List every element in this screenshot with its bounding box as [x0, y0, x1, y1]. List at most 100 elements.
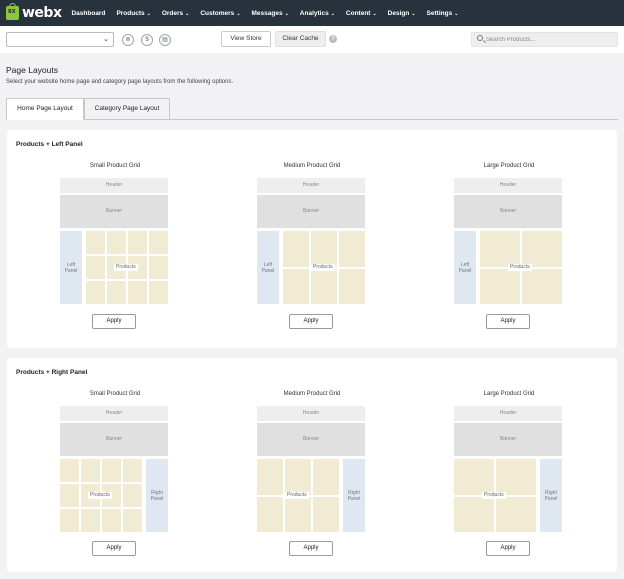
clear-cache-button[interactable]: Clear Cache [275, 31, 326, 47]
store-select[interactable]: ⌄ [6, 32, 114, 47]
apply-button[interactable]: Apply [486, 314, 530, 329]
logo-text: webx [22, 5, 62, 21]
product-cell [313, 496, 339, 532]
apply-button[interactable]: Apply [289, 541, 333, 556]
chevron-down-icon: ⌄ [372, 10, 377, 17]
diagram-header: Header [257, 406, 365, 421]
diagram-header: Header [454, 406, 562, 421]
product-cell [60, 484, 79, 507]
product-cell [285, 496, 311, 532]
chevron-down-icon: ⌄ [411, 10, 416, 17]
diagram-banner: Banner [60, 195, 168, 228]
product-cell [86, 256, 105, 279]
diagram-banner: Banner [454, 195, 562, 228]
dollar-icon[interactable]: $ [141, 34, 153, 46]
chevron-down-icon: ⌄ [146, 10, 151, 17]
nav-item-customers[interactable]: Customers ⌄ [200, 10, 240, 17]
product-cell [496, 496, 536, 532]
section-title: Products + Left Panel [16, 141, 83, 148]
search-box [471, 32, 618, 47]
product-cell [123, 509, 142, 532]
layout-diagram: Header Banner Right Panel Products [60, 406, 168, 536]
main-menu: Dashboard Products ⌄ Orders ⌄ Customers ⌄ Messa… [71, 10, 469, 17]
shopping-bag-icon: BX [6, 3, 19, 20]
nav-item-label: Products [116, 9, 145, 17]
nav-item-label: Content [345, 9, 371, 17]
view-store-button[interactable]: View Store [221, 31, 271, 47]
apply-button[interactable]: Apply [92, 541, 136, 556]
nav-item-content[interactable]: Content ⌄ [346, 10, 377, 17]
product-cell [123, 459, 142, 482]
product-cell [454, 496, 494, 532]
product-cell [86, 231, 105, 254]
diagram-panel: Right Panel [343, 459, 365, 532]
product-cell [60, 509, 79, 532]
product-cell [107, 231, 126, 254]
section-right-panel: Products + Right Panel Small Product Gri… [7, 358, 617, 572]
layout-diagram: Header Banner Right Panel Products [454, 406, 562, 536]
apply-button[interactable]: Apply [92, 314, 136, 329]
product-cell [128, 231, 147, 254]
layout-diagram: Header Banner Right Panel Products [257, 406, 365, 536]
toolbar: ⌄ ⊚ $ ▤ View Store Clear Cache ? [0, 26, 624, 53]
layout-title: Small Product Grid [89, 163, 141, 169]
search-input[interactable] [486, 34, 614, 45]
diagram-panel: Right Panel [146, 459, 168, 532]
diagram-header: Header [454, 178, 562, 193]
layout-title: Medium Product Grid [283, 391, 341, 397]
product-cell [149, 281, 168, 304]
nav-item-dashboard[interactable]: Dashboard [71, 10, 105, 17]
product-cell [311, 268, 337, 304]
product-cell [81, 459, 100, 482]
diagram-banner: Banner [257, 195, 365, 228]
product-cell [311, 231, 337, 267]
product-cell [107, 281, 126, 304]
product-cell [60, 459, 79, 482]
section-left-panel: Products + Left Panel Small Product Grid… [7, 130, 617, 348]
apply-button[interactable]: Apply [289, 314, 333, 329]
chevron-down-icon: ⌄ [236, 10, 241, 17]
storefront-icon[interactable]: ▤ [159, 34, 171, 46]
diagram-banner: Banner [60, 423, 168, 456]
chevron-down-icon: ⌄ [103, 36, 109, 43]
product-cell [102, 459, 121, 482]
diagram-panel: Left Panel [454, 231, 476, 304]
nav-item-products[interactable]: Products ⌄ [116, 10, 150, 17]
top-nav-bar: BX webx Dashboard Products ⌄ Orders ⌄ Custome… [0, 0, 624, 26]
nav-item-settings[interactable]: Settings ⌄ [427, 10, 459, 17]
product-cell [86, 281, 105, 304]
layout-diagram: Header Banner Left Panel Products [454, 178, 562, 308]
nav-item-design[interactable]: Design ⌄ [388, 10, 416, 17]
nav-item-label: Dashboard [71, 9, 106, 17]
product-cell [257, 459, 283, 495]
cart-icon[interactable]: ⊚ [122, 34, 134, 46]
nav-item-label: Messages [251, 9, 283, 17]
products-label: Products [482, 491, 506, 499]
nav-item-label: Analytics [299, 9, 329, 17]
product-cell [480, 231, 520, 267]
product-cell [123, 484, 142, 507]
product-cell [149, 256, 168, 279]
nav-item-messages[interactable]: Messages ⌄ [252, 10, 289, 17]
product-cell [257, 496, 283, 532]
nav-item-orders[interactable]: Orders ⌄ [162, 10, 190, 17]
search-icon [477, 35, 483, 41]
products-label: Products [88, 491, 112, 499]
help-icon[interactable]: ? [329, 35, 337, 43]
chevron-down-icon: ⌄ [185, 10, 190, 17]
product-cell [285, 459, 311, 495]
product-cell [454, 459, 494, 495]
products-label: Products [114, 263, 138, 271]
apply-button[interactable]: Apply [486, 541, 530, 556]
tab-home-page-layout[interactable]: Home Page Layout [6, 98, 84, 120]
product-cell [128, 281, 147, 304]
tab-category-page-layout[interactable]: Category Page Layout [84, 98, 170, 120]
nav-item-analytics[interactable]: Analytics ⌄ [300, 10, 335, 17]
product-cell [339, 268, 365, 304]
page-subtitle: Select your website home page and catego… [6, 79, 234, 85]
page-title: Page Layouts [6, 65, 58, 75]
product-cell [522, 268, 562, 304]
webx-logo[interactable]: BX webx [6, 3, 62, 21]
product-cell [81, 509, 100, 532]
product-cell [102, 509, 121, 532]
